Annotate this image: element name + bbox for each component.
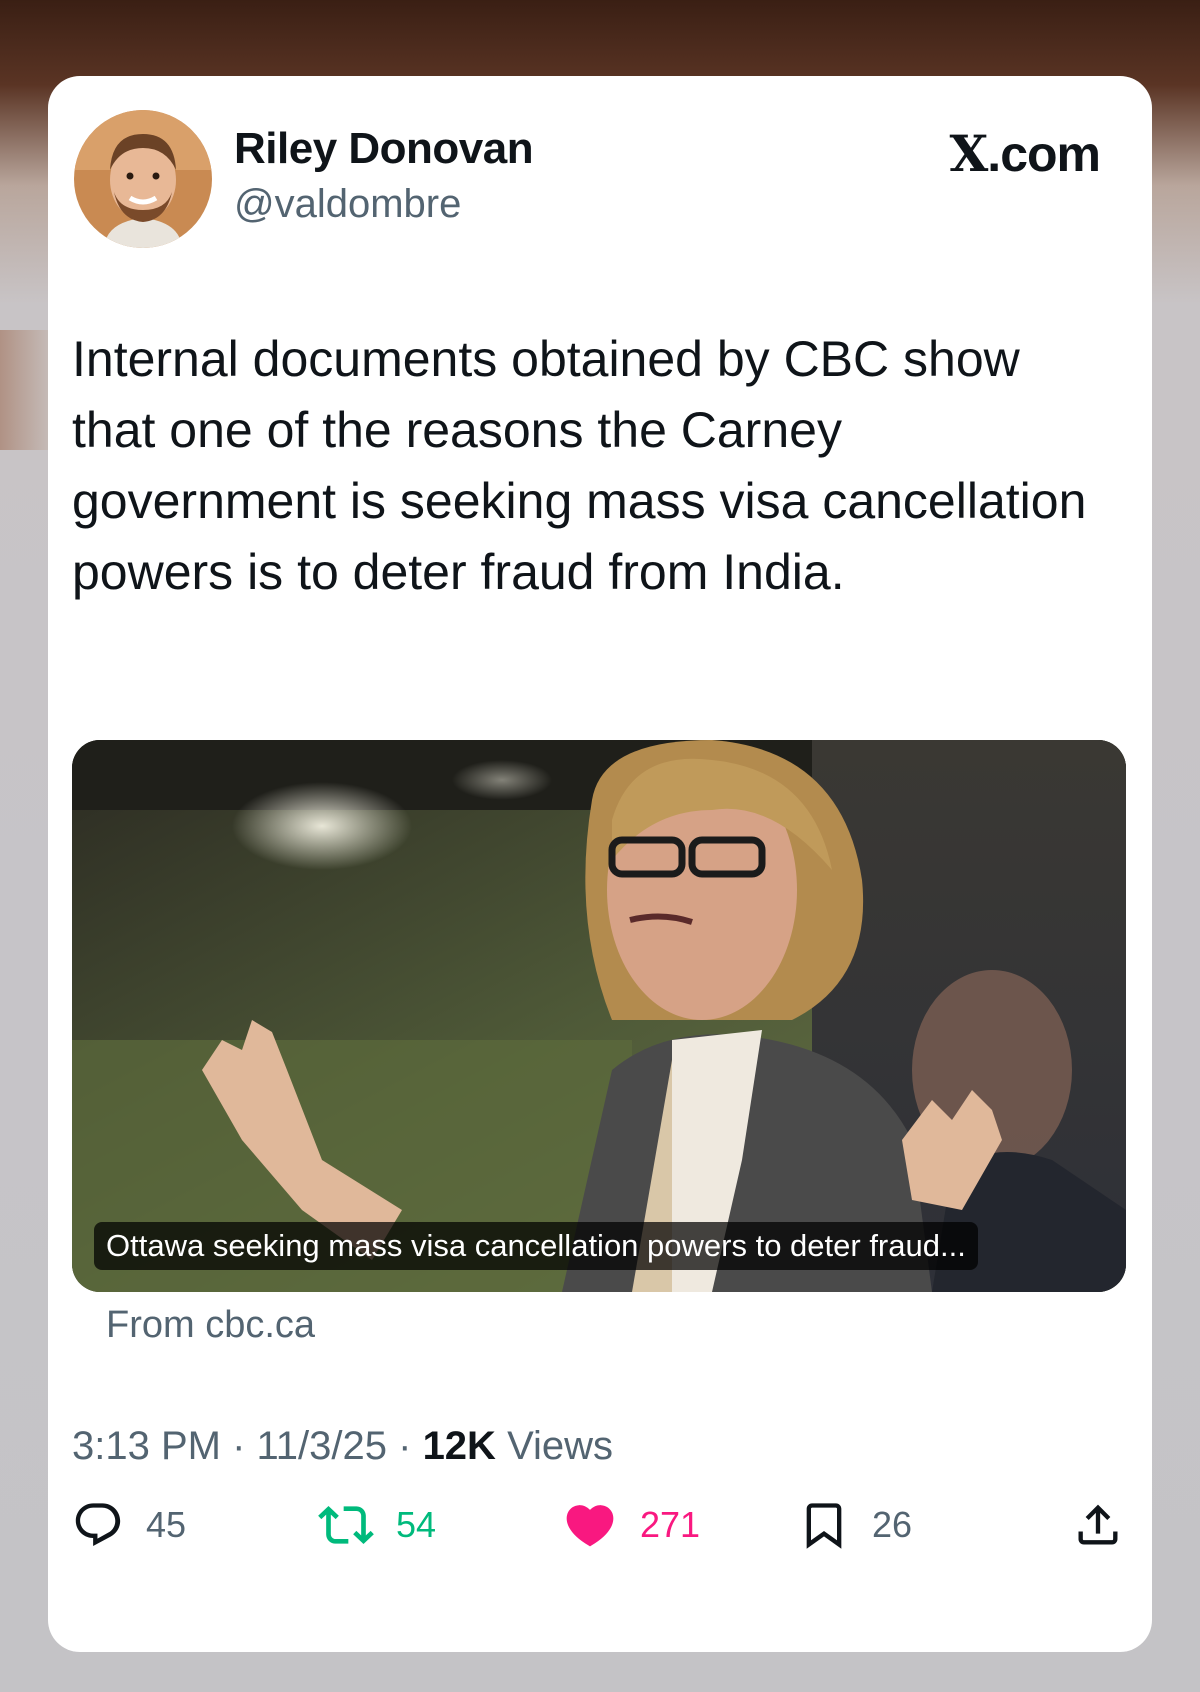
link-preview-caption: Ottawa seeking mass visa cancellation po… <box>94 1222 978 1270</box>
reply-count: 45 <box>146 1504 187 1545</box>
heart-icon <box>566 1505 614 1547</box>
share-button[interactable] <box>1072 1490 1124 1560</box>
retweet-button[interactable]: 54 <box>318 1490 436 1560</box>
views-label: Views <box>495 1424 614 1468</box>
retweet-icon <box>318 1506 374 1544</box>
link-source[interactable]: From cbc.ca <box>106 1304 315 1347</box>
share-icon <box>1078 1504 1118 1545</box>
avatar[interactable] <box>74 110 212 248</box>
tweet-meta: 3:13 PM · 11/3/25 · 12K Views <box>72 1424 613 1469</box>
background-blur <box>0 330 48 450</box>
bookmark-icon <box>806 1503 842 1549</box>
tweet-time[interactable]: 3:13 PM <box>72 1424 221 1468</box>
bookmark-button[interactable]: 26 <box>798 1490 912 1560</box>
meta-separator: · <box>220 1424 257 1468</box>
x-logo-glyph: X <box>949 124 989 183</box>
tweet-card: Riley Donovan @valdombre X.com Internal … <box>48 76 1152 1652</box>
author-handle[interactable]: @valdombre <box>234 182 461 227</box>
author-display-name[interactable]: Riley Donovan <box>234 124 534 174</box>
retweet-count: 54 <box>396 1504 437 1545</box>
news-photo <box>72 740 1126 1292</box>
like-count: 271 <box>640 1504 701 1545</box>
brand-suffix: .com <box>987 126 1101 182</box>
reply-button[interactable]: 45 <box>72 1490 186 1560</box>
bookmark-count: 26 <box>872 1504 913 1545</box>
tweet-text: Internal documents obtained by CBC show … <box>72 331 1087 600</box>
tweet-date[interactable]: 11/3/25 <box>257 1424 388 1468</box>
reply-icon <box>75 1503 121 1547</box>
action-bar: 45 54 271 26 <box>72 1490 1128 1560</box>
link-preview-image[interactable]: Ottawa seeking mass visa cancellation po… <box>72 740 1126 1292</box>
like-button[interactable]: 271 <box>562 1490 700 1560</box>
x-com-brand: X.com <box>950 124 1101 183</box>
views-count: 12K <box>422 1424 496 1468</box>
meta-separator: · <box>387 1424 423 1468</box>
